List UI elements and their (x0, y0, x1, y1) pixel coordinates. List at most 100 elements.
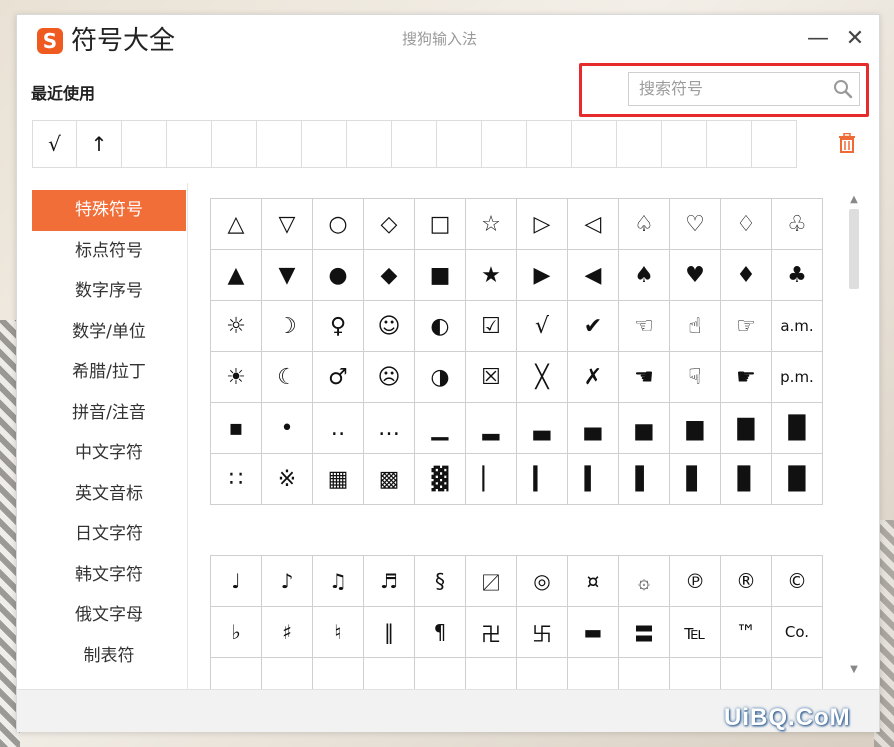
symbol-cell[interactable] (363, 657, 415, 689)
symbol-cell[interactable]: • (261, 402, 313, 454)
symbol-cell[interactable]: ☽ (261, 300, 313, 352)
symbol-cell[interactable] (567, 657, 619, 689)
symbol-cell[interactable]: ◆ (363, 249, 415, 301)
symbol-cell[interactable]: ♭ (210, 606, 262, 658)
symbol-cell[interactable]: ™ (720, 606, 772, 658)
symbol-cell[interactable] (210, 657, 262, 689)
recent-symbol-cell[interactable] (212, 121, 257, 167)
symbol-cell[interactable]: ☜ (618, 300, 670, 352)
recent-symbol-cell[interactable] (257, 121, 302, 167)
symbol-cell[interactable]: ▷ (516, 198, 568, 250)
recent-symbol-cell[interactable] (572, 121, 617, 167)
symbol-cell[interactable]: ∷ (210, 453, 262, 505)
symbol-cell[interactable]: ♧ (771, 198, 823, 250)
symbol-cell[interactable]: ♫ (312, 555, 364, 607)
scroll-up-arrow-icon[interactable]: ▲ (847, 193, 861, 207)
symbol-cell[interactable]: ☛ (720, 351, 772, 403)
symbol-cell[interactable]: ® (720, 555, 772, 607)
recent-symbol-cell[interactable] (662, 121, 707, 167)
symbol-cell[interactable] (516, 657, 568, 689)
symbol-cell[interactable]: ▎ (516, 453, 568, 505)
symbol-cell[interactable]: ▃ (516, 402, 568, 454)
minimize-button[interactable]: — (804, 25, 832, 53)
symbol-cell[interactable]: □ (414, 198, 466, 250)
symbol-cell[interactable]: ♠ (618, 249, 670, 301)
symbol-cell[interactable]: ♬ (363, 555, 415, 607)
close-button[interactable]: ✕ (841, 25, 869, 53)
symbol-cell[interactable]: △ (210, 198, 262, 250)
recent-symbol-cell[interactable]: √ (32, 121, 77, 167)
symbol-cell[interactable]: ◀ (567, 249, 619, 301)
symbol-cell[interactable]: 卍 (465, 606, 517, 658)
symbol-cell[interactable]: ▏ (465, 453, 517, 505)
symbol-cell[interactable]: ▓ (414, 453, 466, 505)
symbol-cell[interactable]: Co. (771, 606, 823, 658)
symbol-cell[interactable]: ▍ (567, 453, 619, 505)
symbol-cell[interactable]: ℡ (669, 606, 721, 658)
symbol-cell[interactable]: ♣ (771, 249, 823, 301)
symbol-cell[interactable]: ♂ (312, 351, 364, 403)
symbol-cell[interactable]: ♪ (261, 555, 313, 607)
symbol-cell[interactable]: ☼ (210, 300, 262, 352)
sidebar-item-11[interactable]: 制表符 (32, 636, 186, 677)
recent-symbol-cell[interactable]: ↑ (77, 121, 122, 167)
symbol-cell[interactable]: ○ (312, 198, 364, 250)
symbol-cell[interactable]: ♤ (618, 198, 670, 250)
symbol-cell[interactable] (669, 657, 721, 689)
symbol-cell[interactable]: ▽ (261, 198, 313, 250)
symbol-cell[interactable]: ★ (465, 249, 517, 301)
symbol-cell[interactable]: a.m. (771, 300, 823, 352)
symbol-cell[interactable]: 〓 (618, 606, 670, 658)
symbol-cell[interactable]: ℗ (669, 555, 721, 607)
symbol-cell[interactable]: ☝ (669, 300, 721, 352)
sidebar-item-10[interactable]: 俄文字母 (32, 595, 186, 636)
sidebar-item-2[interactable]: 数字序号 (32, 271, 186, 312)
trash-icon[interactable] (838, 133, 856, 153)
symbol-cell[interactable] (618, 657, 670, 689)
symbol-cell[interactable]: … (363, 402, 415, 454)
symbol-cell[interactable]: ♥ (669, 249, 721, 301)
symbol-cell[interactable]: ☒ (465, 351, 517, 403)
sidebar-item-7[interactable]: 英文音标 (32, 474, 186, 515)
symbol-cell[interactable]: ☑ (465, 300, 517, 352)
symbol-cell[interactable]: ▼ (261, 249, 313, 301)
symbol-cell[interactable] (312, 657, 364, 689)
symbol-cell[interactable]: ☚ (618, 351, 670, 403)
recent-symbol-cell[interactable] (167, 121, 212, 167)
symbol-cell[interactable]: ♯ (261, 606, 313, 658)
symbol-cell[interactable]: ◎ (516, 555, 568, 607)
symbol-cell[interactable]: ♀ (312, 300, 364, 352)
symbol-cell[interactable]: ☆ (465, 198, 517, 250)
symbol-cell[interactable]: ♦ (720, 249, 772, 301)
symbol-cell[interactable]: ☺ (363, 300, 415, 352)
recent-symbol-cell[interactable] (617, 121, 662, 167)
symbol-cell[interactable]: ▶ (516, 249, 568, 301)
symbol-cell[interactable]: ☾ (261, 351, 313, 403)
symbol-cell[interactable] (414, 657, 466, 689)
symbol-cell[interactable]: ▦ (312, 453, 364, 505)
symbol-cell[interactable]: ♩ (210, 555, 262, 607)
symbol-cell[interactable]: ☀ (210, 351, 262, 403)
symbol-cell[interactable]: ● (312, 249, 364, 301)
recent-symbol-cell[interactable] (392, 121, 437, 167)
symbol-cell[interactable]: ‥ (312, 402, 364, 454)
symbol-cell[interactable]: p.m. (771, 351, 823, 403)
symbol-cell[interactable]: █ (771, 402, 823, 454)
symbol-cell[interactable] (261, 657, 313, 689)
symbol-cell[interactable]: ▅ (618, 402, 670, 454)
search-input[interactable] (629, 73, 835, 105)
symbol-cell[interactable]: ▬ (567, 606, 619, 658)
symbol-cell[interactable]: © (771, 555, 823, 607)
sidebar-item-1[interactable]: 标点符号 (32, 231, 186, 272)
recent-symbol-cell[interactable] (752, 121, 797, 167)
symbol-cell[interactable]: ▋ (669, 453, 721, 505)
symbol-cell[interactable]: ▁ (414, 402, 466, 454)
symbol-cell[interactable]: ¶ (414, 606, 466, 658)
symbol-cell[interactable]: ۞ (618, 555, 670, 607)
symbol-cell[interactable]: ▌ (618, 453, 670, 505)
symbol-cell[interactable]: ▩ (363, 453, 415, 505)
symbol-cell[interactable]: ▪ (210, 402, 262, 454)
symbol-cell[interactable]: ◇ (363, 198, 415, 250)
sidebar-item-0[interactable]: 特殊符号 (32, 190, 186, 231)
recent-symbol-cell[interactable] (347, 121, 392, 167)
